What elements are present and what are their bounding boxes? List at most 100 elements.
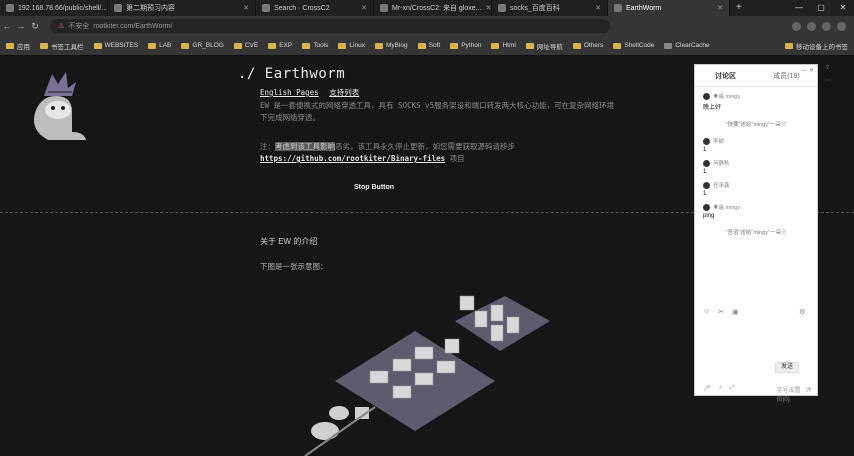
bookmark-folder[interactable]: ShellCode [613, 42, 654, 49]
message-user: ☀遥 mingy [713, 94, 741, 100]
note-highlight: 考虑到该工具影响 [275, 142, 335, 151]
bookmark-folder[interactable]: MyBlog [374, 42, 408, 49]
folder-icon [181, 42, 190, 49]
note-prefix: 注： [260, 142, 275, 151]
bookmark-folder[interactable]: Tools [302, 42, 328, 49]
bookmark-apps[interactable]: 应用 [6, 41, 30, 51]
deprecation-note: 注：考虑到该工具影响恶劣，该工具永久停止更新，如您需要获取源码请移步 https… [260, 141, 580, 165]
footer-links[interactable]: 字号设置 · 评价(0) [776, 385, 817, 403]
mobile-bookmarks[interactable]: 移动设备上的书签 [785, 41, 848, 51]
image-icon[interactable]: ▣ [732, 308, 739, 316]
bookmark-folder[interactable]: Python [450, 42, 481, 49]
folder-icon [491, 42, 500, 49]
description-text: EW 是一套便携式的网络穿透工具，具有 SOCKS v5服务架设和端口转发两大核… [260, 101, 615, 122]
share-icon[interactable]: ⇪ [825, 64, 831, 71]
bookmark-folder[interactable]: Html [491, 42, 516, 49]
bookmark-label: 移动设备上的书签 [796, 43, 848, 51]
favicon-icon [498, 4, 506, 12]
bookmark-folder[interactable]: CVE [233, 42, 259, 49]
close-tab-icon[interactable]: ✕ [357, 4, 367, 12]
star-icon[interactable] [792, 21, 801, 31]
bookmark-label: CVE [244, 42, 259, 49]
tab-search-crossc2[interactable]: Search · CrossC2 ✕ [256, 0, 374, 16]
chat-message: 何静秋 1 [695, 156, 817, 178]
folder-icon [302, 42, 311, 49]
expand-icon[interactable]: ⤢ [730, 385, 735, 403]
avatar [703, 137, 710, 145]
bookmark-folder[interactable]: 书签工具栏 [40, 41, 84, 51]
bookmark-folder[interactable]: EXP [268, 42, 292, 49]
page-title: ./ Earthworm [238, 66, 346, 82]
message-text: 1 [703, 191, 707, 197]
side-toolbar: ⇪ ⋯ [825, 64, 831, 84]
reload-icon[interactable]: ↻ [28, 21, 42, 32]
favicon-icon [6, 4, 14, 12]
tab-label: 192.168.78.66/public/shell/... [18, 4, 108, 12]
folder-icon [785, 42, 793, 49]
bookmark-label: 应用 [17, 43, 30, 51]
forward-icon[interactable]: → [14, 21, 28, 31]
message-user: 何静秋 [713, 161, 730, 167]
bookmark-folder[interactable]: 网址导航 [525, 41, 563, 51]
favicon-icon [262, 4, 270, 12]
bookmark-label: Soft [428, 42, 441, 49]
tab-github-crossc2[interactable]: Mr-xn/CrossC2: 来自 gloxe... ✕ [374, 0, 492, 16]
folder-icon [374, 42, 383, 49]
send-button[interactable]: 发送 [775, 362, 799, 373]
bookmark-folder[interactable]: Linux [338, 42, 365, 49]
chat-footer: 🎤︎ ♪ ⤢ 字号设置 · 评价(0) [703, 385, 817, 403]
more-icon[interactable]: ⋯ [825, 77, 831, 84]
tab-earthworm[interactable]: EarthWorm ✕ [608, 0, 730, 16]
bookmark-icon [664, 42, 673, 49]
tab-discussion[interactable]: 讨论区 [695, 71, 756, 81]
maximize-button[interactable]: ▢ [810, 0, 832, 16]
bookmark-label: 书签工具栏 [51, 43, 84, 51]
new-tab-button[interactable]: + [730, 0, 748, 16]
profile-icon[interactable] [837, 21, 846, 31]
close-tab-icon[interactable]: ✕ [481, 4, 491, 12]
extension-icon[interactable] [807, 21, 816, 31]
extension-icon[interactable] [822, 21, 831, 31]
speaker-icon[interactable]: ♪ [719, 385, 722, 403]
message-text: ping [703, 213, 715, 219]
bookmark-label: ShellCode [624, 42, 655, 49]
support-list-link[interactable]: 支持列表 [329, 88, 359, 97]
mic-icon[interactable]: 🎤︎ [703, 385, 711, 403]
earthworm-mascot-icon [34, 72, 86, 140]
bookmark-folder[interactable]: Soft [417, 42, 441, 49]
tab-preview[interactable]: 第二期预习内容 ✕ [108, 0, 256, 16]
folder-icon [148, 42, 157, 49]
address-bar[interactable]: ⚠ 不安全 rootkiter.com/EarthWorm/ [50, 19, 610, 33]
bookmarks-bar: 应用 书签工具栏 WEBSITES LAB GR_BLOG CVE EXP To… [0, 36, 854, 56]
folder-icon [613, 42, 622, 49]
close-window-button[interactable]: ✕ [832, 0, 854, 16]
scissors-icon[interactable]: ✂ [718, 308, 724, 316]
bookmark-folder[interactable]: WEBSITES [93, 42, 138, 49]
chat-window-controls[interactable]: — ✕ [801, 67, 814, 74]
settings-icon[interactable]: ⚙ [799, 308, 805, 316]
system-message: "吾道"送给"mingy"一朵❀ [725, 230, 787, 236]
close-tab-icon[interactable]: ✕ [713, 4, 723, 12]
about-heading: 关于 EW 的介绍 [260, 237, 318, 246]
stop-button[interactable]: Stop Button [354, 184, 394, 191]
tab-shell[interactable]: 192.168.78.66/public/shell/...✕ [0, 0, 108, 16]
bookmark-link[interactable]: ClearCache [664, 42, 710, 49]
tab-label: Search · CrossC2 [274, 4, 330, 12]
close-tab-icon[interactable]: ✕ [239, 4, 249, 12]
bookmark-folder[interactable]: Others [572, 42, 603, 49]
github-link[interactable]: https://github.com/rootkiter/Binary-file… [260, 154, 445, 163]
emoji-icon[interactable]: ☺ [703, 308, 710, 316]
back-icon[interactable]: ← [0, 21, 14, 31]
folder-icon [417, 42, 426, 49]
close-tab-icon[interactable]: ✕ [591, 4, 601, 12]
bookmark-label: Python [461, 42, 482, 49]
folder-icon [450, 42, 459, 49]
english-pages-link[interactable]: English Pages [260, 88, 319, 97]
minimize-button[interactable]: — [788, 0, 810, 16]
bookmark-folder[interactable]: GR_BLOG [181, 42, 224, 49]
tab-socks-baike[interactable]: socks_百度百科 ✕ [492, 0, 608, 16]
avatar [703, 159, 710, 167]
bookmark-label: 网址导航 [536, 43, 563, 51]
avatar [703, 203, 710, 211]
bookmark-folder[interactable]: LAB [148, 42, 171, 49]
